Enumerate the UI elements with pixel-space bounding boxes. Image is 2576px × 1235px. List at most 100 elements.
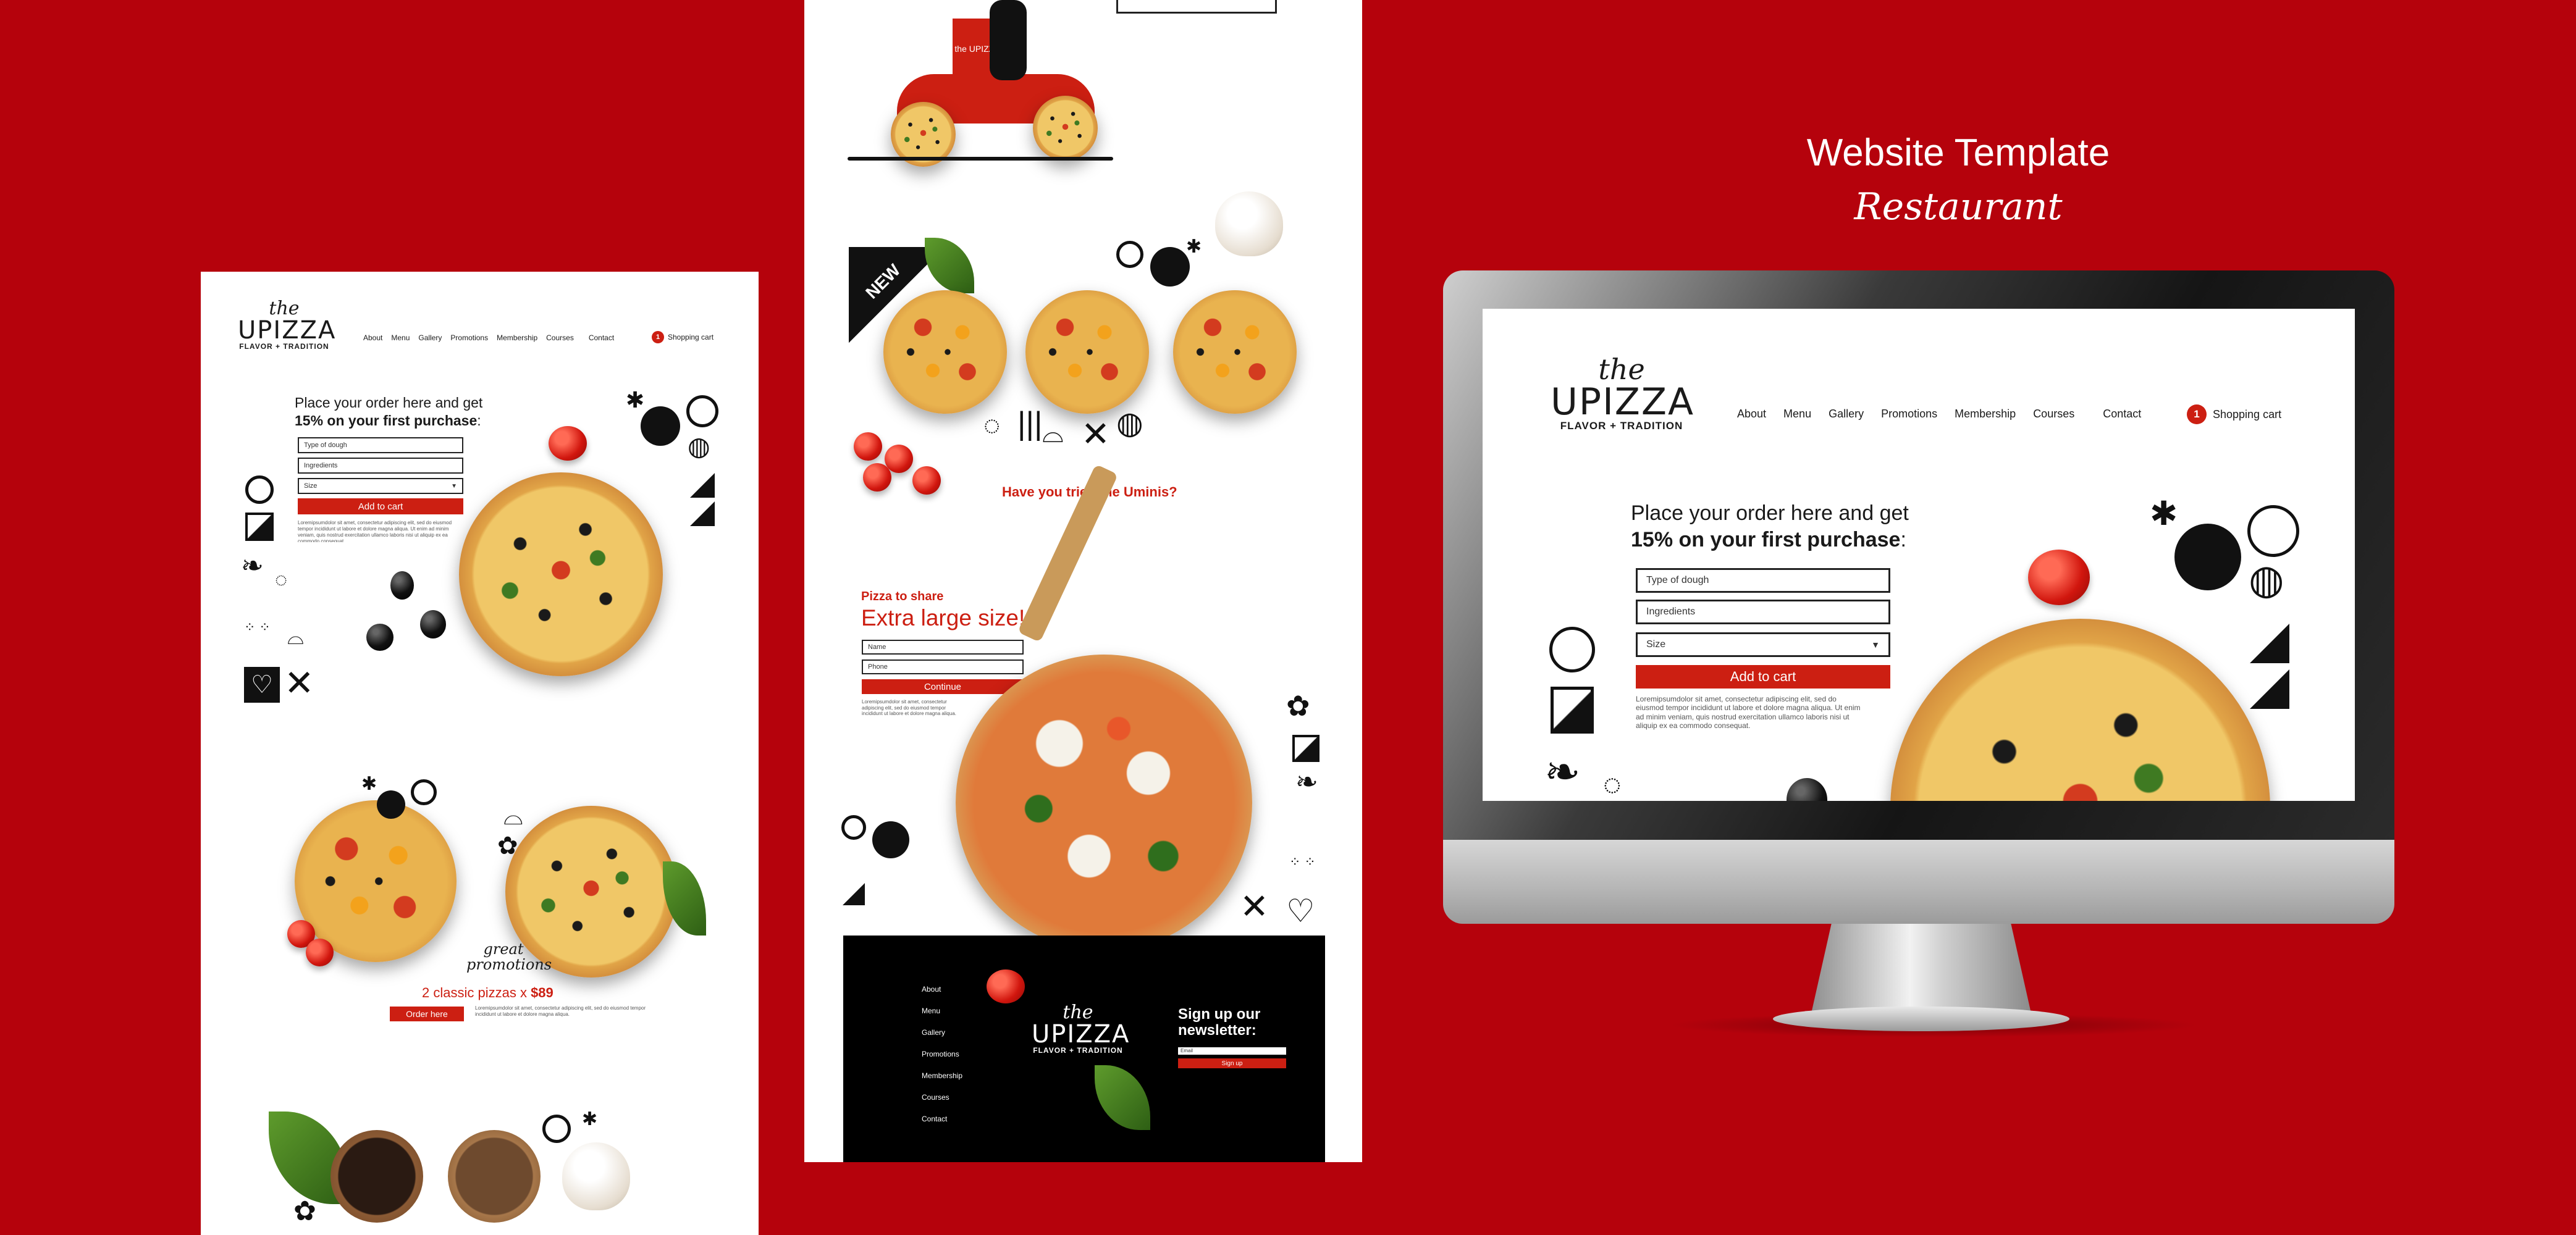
flower-outline-icon-2: ✿ <box>293 1196 316 1226</box>
mushroom-sketch-icon-2: ⌓ <box>503 803 523 830</box>
cart-label: Shopping cart <box>668 333 714 341</box>
order-headline: Place your order here and get 15% on you… <box>295 394 482 430</box>
screen-shopping-cart[interactable]: 1 Shopping cart <box>2187 404 2281 424</box>
footer-logo[interactable]: the UPIZZA FLAVOR + TRADITION <box>1032 1003 1129 1055</box>
rider <box>990 0 1027 80</box>
share-description: Loremipsumdolor sit amet, consectetur ad… <box>862 699 956 717</box>
order-here-button[interactable]: Order here <box>390 1007 464 1021</box>
template-title: Website Template <box>1806 132 2110 174</box>
triangle-icon-3 <box>843 883 865 905</box>
add-to-cart-button[interactable]: Add to cart <box>298 498 463 514</box>
template-subtitle: Restaurant <box>1854 185 2063 228</box>
footer-link-contact[interactable]: Contact <box>922 1115 962 1123</box>
asterisk-icon-4: ✱ <box>1186 237 1202 257</box>
olives-bowl <box>330 1130 423 1223</box>
heart-icon: ♡ <box>244 667 280 703</box>
monitor-stand <box>1810 920 2032 1019</box>
brand-logo[interactable]: the UPIZZA FLAVOR + TRADITION <box>238 299 335 351</box>
signup-button[interactable]: Sign up <box>1178 1058 1286 1068</box>
asterisk-icon-2: ✱ <box>361 774 377 794</box>
nav-promotions[interactable]: Promotions <box>450 333 488 342</box>
screen-add-to-cart-button[interactable]: Add to cart <box>1636 665 1890 689</box>
chevron-down-icon: ▼ <box>451 482 457 490</box>
screen-logo[interactable]: the UPIZZA FLAVOR + TRADITION <box>1551 355 1693 431</box>
shopping-cart[interactable]: 1 Shopping cart <box>652 331 713 343</box>
pepper-sketch-icon: ◍ <box>1116 406 1143 440</box>
ring-icon-4 <box>1116 241 1143 268</box>
nav-membership[interactable]: Membership <box>497 333 537 342</box>
screen-cart-count: 1 <box>2187 404 2207 424</box>
scooter-illustration: the UPIZZA <box>848 0 1119 167</box>
footer-link-menu[interactable]: Menu <box>922 1007 962 1015</box>
screen-nav-membership[interactable]: Membership <box>1955 408 2016 421</box>
nav-about[interactable]: About <box>363 333 382 342</box>
phone-placeholder: Phone <box>868 663 888 671</box>
screen-nav: About Menu Gallery Promotions Membership… <box>1737 408 2141 421</box>
nav-contact[interactable]: Contact <box>589 333 614 342</box>
name-field[interactable]: Name <box>862 640 1024 655</box>
nav-courses[interactable]: Courses <box>546 333 574 342</box>
footer-link-gallery[interactable]: Gallery <box>922 1028 962 1037</box>
garlic-image-2 <box>1215 191 1283 256</box>
tomato-cluster-5 <box>863 463 891 492</box>
screen-order-line1: Place your order here and get <box>1631 501 1909 525</box>
screen-tomato-badge-icon <box>2174 524 2241 590</box>
order-line2: 15% on your first purchase <box>295 412 478 429</box>
tomato-badge-icon-2 <box>377 790 405 819</box>
newsletter-email-input[interactable]: Email <box>1178 1047 1286 1055</box>
footer-link-courses[interactable]: Courses <box>922 1093 962 1102</box>
pepper-bowl <box>448 1130 541 1223</box>
order-description: Loremipsumdolor sit amet, consectetur ad… <box>298 520 452 542</box>
flower-outline-icon-3: ✿ <box>1286 690 1310 722</box>
screen-nav-contact[interactable]: Contact <box>2103 408 2141 421</box>
nav-menu[interactable]: Menu <box>391 333 410 342</box>
promo-offer: 2 classic pizzas x $89 <box>422 985 554 1001</box>
tomato-cluster-3 <box>854 432 882 461</box>
monitor-chin <box>1443 837 2394 924</box>
screen-nav-gallery[interactable]: Gallery <box>1829 408 1864 421</box>
offer-text: 2 classic pizzas x <box>422 985 531 1000</box>
screen-pizza-image <box>1890 619 2270 801</box>
screen-tomato-sketch-icon: ◌ <box>1603 767 1622 801</box>
screen-olive-image <box>1787 778 1827 801</box>
continue-button[interactable]: Continue <box>862 679 1024 694</box>
screen-order-line2-suffix: : <box>1900 527 1906 551</box>
monitor-stand-base <box>1773 1007 2069 1031</box>
tomato-image <box>549 426 587 461</box>
tomato-badge-icon-3 <box>1150 247 1190 287</box>
screen-nav-courses[interactable]: Courses <box>2033 408 2074 421</box>
margherita-pizza <box>956 655 1252 951</box>
screen-ingredients-placeholder: Ingredients <box>1646 606 1696 617</box>
footer-link-membership[interactable]: Membership <box>922 1071 962 1080</box>
dough-field[interactable]: Type of dough <box>298 437 463 453</box>
screen-nav-about[interactable]: About <box>1737 408 1766 421</box>
screen-onion-sketch-icon: ◍ <box>2249 556 2284 602</box>
screen-ring-icon <box>2247 505 2299 557</box>
asterisk-icon-3: ✱ <box>582 1109 598 1129</box>
promo-pizza-1 <box>295 800 457 962</box>
screen-order-headline: Place your order here and get 15% on you… <box>1631 500 1909 553</box>
footer-link-promotions[interactable]: Promotions <box>922 1050 962 1058</box>
screen-dough-field[interactable]: Type of dough <box>1636 568 1890 593</box>
garlic-image <box>562 1142 630 1210</box>
phone-field[interactable]: Phone <box>862 659 1024 674</box>
x-leaf-icon-3: ✕ <box>1240 887 1269 926</box>
screen-tomato-image <box>2028 550 2090 605</box>
screen-size-select[interactable]: Size ▼ <box>1636 632 1890 657</box>
asterisk-icon: ✱ <box>626 387 645 412</box>
footer-link-about[interactable]: About <box>922 985 962 994</box>
screen-nav-menu[interactable]: Menu <box>1783 408 1811 421</box>
screen-nav-promotions[interactable]: Promotions <box>1881 408 1937 421</box>
ring-icon-5 <box>841 815 866 840</box>
newsletter-title: Sign up our newsletter: <box>1178 1006 1261 1039</box>
screen-ingredients-field[interactable]: Ingredients <box>1636 600 1890 624</box>
order-line2-suffix: : <box>477 412 481 429</box>
tomato-badge-icon-4 <box>872 821 909 858</box>
nav-gallery[interactable]: Gallery <box>418 333 442 342</box>
leaf-sketch-icon: ❧ <box>241 551 264 581</box>
triangle-icon <box>690 473 715 498</box>
ingredients-field[interactable]: Ingredients <box>298 458 463 474</box>
screen-triangle-icon-2 <box>2250 669 2289 709</box>
screen-flower-outline-icon <box>1549 627 1595 672</box>
size-select[interactable]: Size ▼ <box>298 478 463 494</box>
